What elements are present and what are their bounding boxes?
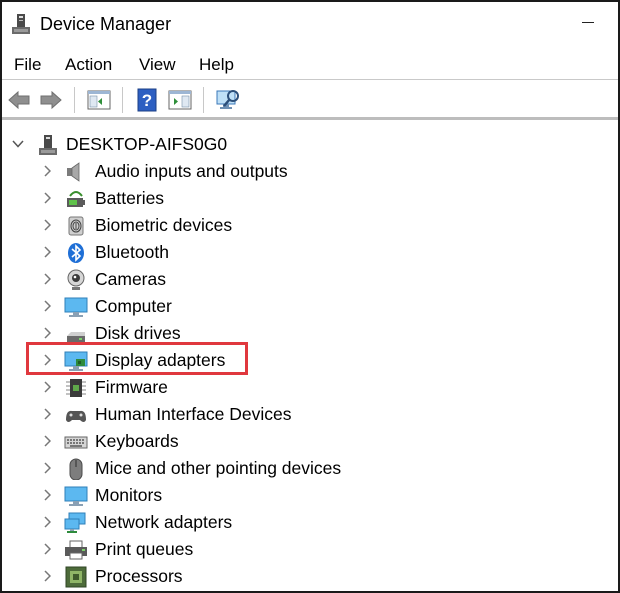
speaker-icon bbox=[64, 161, 88, 183]
tree-item-mice[interactable]: Mice and other pointing devices bbox=[2, 456, 618, 483]
toolbar-separator bbox=[203, 87, 204, 113]
chevron-right-icon[interactable] bbox=[40, 351, 54, 369]
chip-icon bbox=[64, 377, 88, 399]
computer-name: DESKTOP-AIFS0G0 bbox=[66, 134, 228, 154]
disk-drive-icon bbox=[64, 323, 88, 345]
back-button[interactable] bbox=[6, 87, 32, 113]
chevron-right-icon[interactable] bbox=[40, 324, 54, 342]
chevron-down-icon[interactable] bbox=[11, 135, 25, 153]
computer-tower-icon bbox=[36, 134, 60, 156]
tree-root[interactable]: DESKTOP-AIFS0G0 bbox=[2, 132, 618, 159]
camera-icon bbox=[64, 269, 88, 291]
chevron-right-icon[interactable] bbox=[40, 405, 54, 423]
chevron-right-icon[interactable] bbox=[40, 243, 54, 261]
tree-item-audio[interactable]: Audio inputs and outputs bbox=[2, 159, 618, 186]
tree-item-label: Cameras bbox=[95, 269, 166, 289]
tree-item-bluetooth[interactable]: Bluetooth bbox=[2, 240, 618, 267]
mouse-icon bbox=[64, 458, 88, 481]
printer-icon bbox=[64, 539, 88, 561]
tree-item-keyboards[interactable]: Keyboards bbox=[2, 429, 618, 456]
tree-item-computer[interactable]: Computer bbox=[2, 294, 618, 321]
tree-item-label: Bluetooth bbox=[95, 242, 169, 262]
toolbar: ? bbox=[2, 81, 618, 120]
fingerprint-icon bbox=[64, 215, 88, 237]
svg-text:?: ? bbox=[142, 91, 152, 110]
tree-item-label: Firmware bbox=[95, 377, 168, 397]
tree-item-label: Computer bbox=[95, 296, 172, 316]
network-adapter-icon bbox=[64, 512, 88, 534]
scan-for-hardware-changes-button[interactable] bbox=[215, 87, 241, 113]
tree-item-monitors[interactable]: Monitors bbox=[2, 483, 618, 510]
tree-item-biometric[interactable]: Biometric devices bbox=[2, 213, 618, 240]
display-adapter-icon bbox=[64, 350, 88, 372]
scan-monitor-icon bbox=[216, 90, 239, 109]
tree-item-label: Monitors bbox=[95, 485, 163, 505]
tree-item-human-interface-devices[interactable]: Human Interface Devices bbox=[2, 402, 618, 429]
console-tree-icon bbox=[87, 90, 111, 110]
chevron-right-icon[interactable] bbox=[40, 486, 54, 504]
tree-item-label: Mice and other pointing devices bbox=[95, 458, 342, 478]
properties-icon bbox=[168, 90, 192, 110]
battery-icon bbox=[64, 188, 88, 210]
device-manager-icon bbox=[11, 13, 31, 35]
title-bar: Device Manager bbox=[2, 2, 618, 46]
show-hide-console-tree-button[interactable] bbox=[86, 87, 112, 113]
toolbar-separator bbox=[122, 87, 123, 113]
tree-item-network-adapters[interactable]: Network adapters bbox=[2, 510, 618, 537]
chevron-right-icon[interactable] bbox=[40, 513, 54, 531]
properties-button[interactable] bbox=[167, 87, 193, 113]
tree-item-print-queues[interactable]: Print queues bbox=[2, 537, 618, 564]
chevron-right-icon[interactable] bbox=[40, 189, 54, 207]
chevron-right-icon[interactable] bbox=[40, 567, 54, 585]
tree-item-label: Display adapters bbox=[95, 350, 226, 370]
tree-item-label: Audio inputs and outputs bbox=[95, 161, 288, 181]
help-button[interactable]: ? bbox=[134, 87, 160, 113]
help-icon: ? bbox=[137, 88, 157, 112]
menu-help[interactable]: Help bbox=[197, 54, 236, 76]
chevron-right-icon[interactable] bbox=[40, 432, 54, 450]
chevron-right-icon[interactable] bbox=[40, 297, 54, 315]
tree-item-label: Biometric devices bbox=[95, 215, 233, 235]
chevron-right-icon[interactable] bbox=[40, 378, 54, 396]
tree-item-disk-drives[interactable]: Disk drives bbox=[2, 321, 618, 348]
toolbar-separator bbox=[74, 87, 75, 113]
tree-item-batteries[interactable]: Batteries bbox=[2, 186, 618, 213]
keyboard-icon bbox=[64, 431, 88, 453]
tree-item-label: Print queues bbox=[95, 539, 194, 559]
forward-button[interactable] bbox=[38, 87, 64, 113]
device-tree: DESKTOP-AIFS0G0 Audio inputs and outputs bbox=[2, 130, 618, 591]
monitor-icon bbox=[64, 485, 88, 507]
tree-item-display-adapters[interactable]: Display adapters bbox=[2, 348, 618, 375]
minimize-button[interactable] bbox=[576, 12, 602, 34]
menu-file[interactable]: File bbox=[12, 54, 43, 76]
tree-item-label: Disk drives bbox=[95, 323, 181, 343]
tree-item-label: Keyboards bbox=[95, 431, 179, 451]
tree-item-processors[interactable]: Processors bbox=[2, 564, 618, 591]
tree-item-label: Network adapters bbox=[95, 512, 233, 532]
device-manager-window: Device Manager File Action View Help ? D… bbox=[0, 0, 620, 593]
forward-arrow-icon bbox=[40, 90, 62, 110]
chevron-right-icon[interactable] bbox=[40, 162, 54, 180]
chevron-right-icon[interactable] bbox=[40, 270, 54, 288]
tree-item-label: Human Interface Devices bbox=[95, 404, 292, 424]
chevron-right-icon[interactable] bbox=[40, 459, 54, 477]
tree-item-cameras[interactable]: Cameras bbox=[2, 267, 618, 294]
window-title: Device Manager bbox=[40, 14, 172, 34]
tree-item-firmware[interactable]: Firmware bbox=[2, 375, 618, 402]
chevron-right-icon[interactable] bbox=[40, 540, 54, 558]
tree-item-label: Batteries bbox=[95, 188, 165, 208]
chevron-right-icon[interactable] bbox=[40, 216, 54, 234]
menu-view[interactable]: View bbox=[137, 54, 178, 76]
processor-icon bbox=[64, 566, 88, 588]
bluetooth-icon bbox=[64, 242, 88, 264]
monitor-icon bbox=[64, 296, 88, 318]
hid-icon bbox=[64, 404, 88, 426]
tree-item-label: Processors bbox=[95, 566, 183, 586]
back-arrow-icon bbox=[8, 90, 30, 110]
menu-bar: File Action View Help bbox=[2, 50, 618, 80]
menu-action[interactable]: Action bbox=[63, 54, 114, 76]
